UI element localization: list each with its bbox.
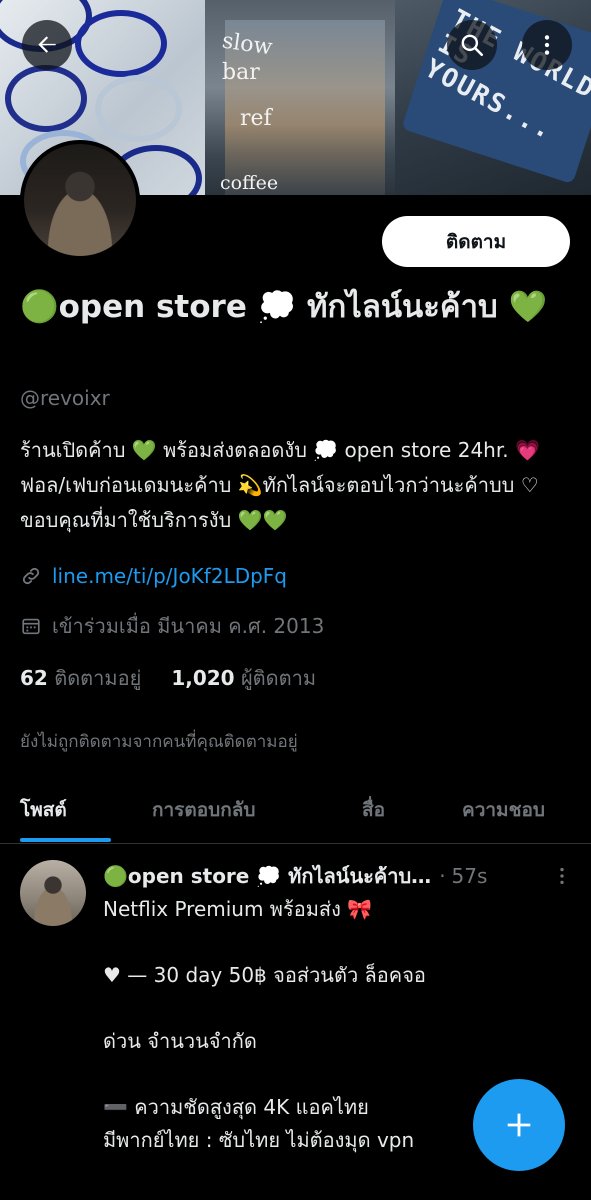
profile-handle: @revoixr — [20, 386, 110, 410]
post-avatar[interactable] — [20, 860, 86, 926]
link-icon — [22, 567, 40, 585]
post-text-line-1: Netflix Premium พร้อมส่ง 🎀 — [103, 897, 373, 921]
active-tab-indicator — [20, 838, 111, 842]
search-button[interactable] — [447, 20, 497, 70]
post-author[interactable]: 🟢open store 💭 ทักไลน์นะค้าบ… — [103, 860, 431, 892]
profile-avatar[interactable] — [20, 140, 140, 260]
profile-joined-row: เข้าร่วมเมื่อ มีนาคม ค.ศ. 2013 — [20, 610, 324, 642]
follow-button[interactable]: ติดตาม — [382, 216, 570, 267]
profile-link-row: line.me/ti/p/JoKf2LDpFq — [20, 564, 287, 588]
more-options-button[interactable] — [522, 20, 572, 70]
compose-button[interactable] — [473, 1079, 565, 1171]
not-followed-note: ยังไม่ถูกติดตามจากคนที่คุณติดตามอยู่ — [20, 732, 298, 752]
profile-bio: ร้านเปิดค้าบ 💚 พร้อมส่งตลอดงับ 💭 open st… — [20, 438, 540, 532]
banner-text-ref: ref — [240, 106, 272, 131]
search-icon — [461, 34, 484, 57]
tab-posts[interactable]: โพสต์ — [20, 795, 67, 825]
tab-likes[interactable]: ความชอบ — [462, 795, 545, 825]
profile-tabs: โพสต์ การตอบกลับ สื่อ ความชอบ — [0, 775, 591, 844]
banner-text-coffee: coffee — [220, 172, 279, 194]
following-link[interactable]: 62 ติดตามอยู่ — [20, 662, 141, 694]
following-label: ติดตามอยู่ — [54, 666, 142, 690]
post-header: 🟢open store 💭 ทักไลน์นะค้าบ… · 57s — [103, 860, 573, 892]
followers-count: 1,020 — [171, 666, 235, 690]
post-separator: · — [439, 864, 446, 888]
arrow-left-icon — [38, 36, 56, 53]
back-button[interactable] — [22, 20, 72, 70]
following-count: 62 — [20, 666, 48, 690]
post-text-line-4: ➖ ความชัดสูงสุด 4K แอคไทย — [103, 1095, 369, 1119]
profile-joined-date: เข้าร่วมเมื่อ มีนาคม ค.ศ. 2013 — [52, 614, 325, 638]
tab-media[interactable]: สื่อ — [362, 795, 385, 825]
calendar-icon — [22, 618, 40, 635]
post-text-line-2: ♥ — 30 day 50฿ จอส่วนตัว ล็อคจอ — [103, 963, 426, 987]
followers-link[interactable]: 1,020 ผู้ติดตาม — [171, 662, 316, 694]
followers-label: ผู้ติดตาม — [240, 666, 317, 690]
post-time: 57s — [451, 864, 488, 888]
plus-icon — [507, 1113, 531, 1137]
more-vertical-icon — [544, 35, 550, 55]
banner-text-bar: bar — [222, 60, 260, 85]
post-text-line-5: มีพากย์ไทย : ซับไทย ไม่ต้องมุด vpn — [103, 1128, 415, 1152]
post-more-icon[interactable] — [551, 865, 573, 887]
profile-link[interactable]: line.me/ti/p/JoKf2LDpFq — [52, 564, 287, 588]
post-text-line-3: ด่วน จำนวนจำกัด — [103, 1029, 257, 1053]
profile-display-name: 🟢open store 💭 ทักไลน์นะค้าบ 💚 — [20, 289, 548, 325]
tab-replies[interactable]: การตอบกลับ — [152, 795, 255, 825]
profile-counts: 62 ติดตามอยู่ 1,020 ผู้ติดตาม — [20, 662, 316, 694]
